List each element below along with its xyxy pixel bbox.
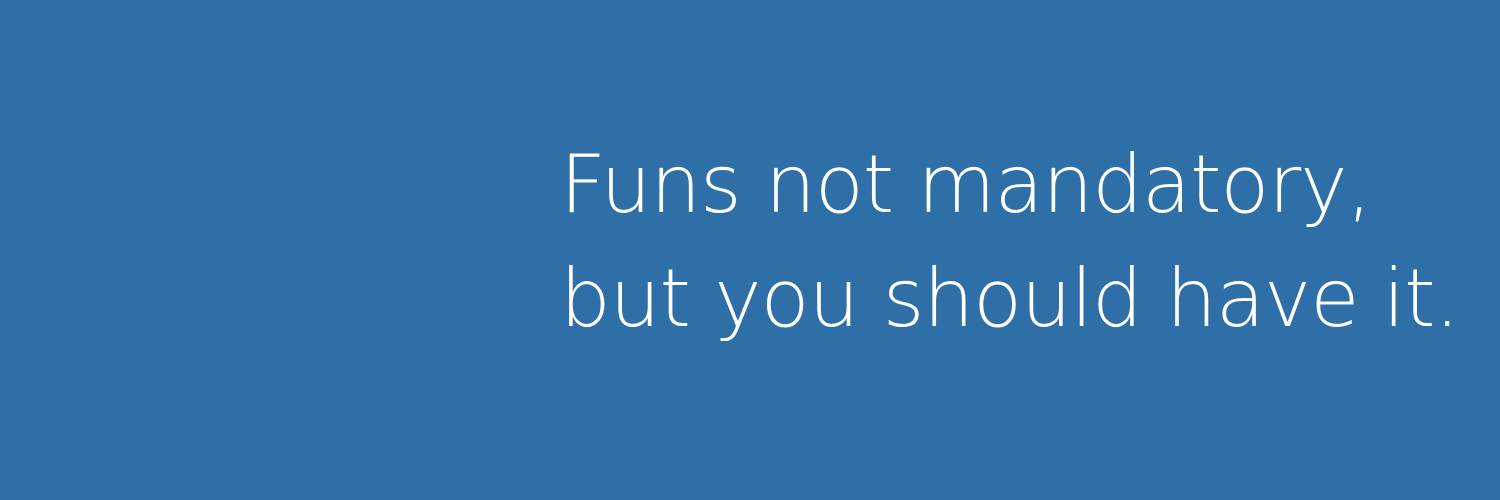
banner: Funs not mandatory, but you should have …: [0, 0, 1500, 500]
quote-line-2: but you should have it.: [560, 252, 1460, 345]
quote-text: Funs not mandatory, but you should have …: [560, 128, 1460, 356]
quote-line-1: Funs not mandatory,: [560, 138, 1372, 231]
